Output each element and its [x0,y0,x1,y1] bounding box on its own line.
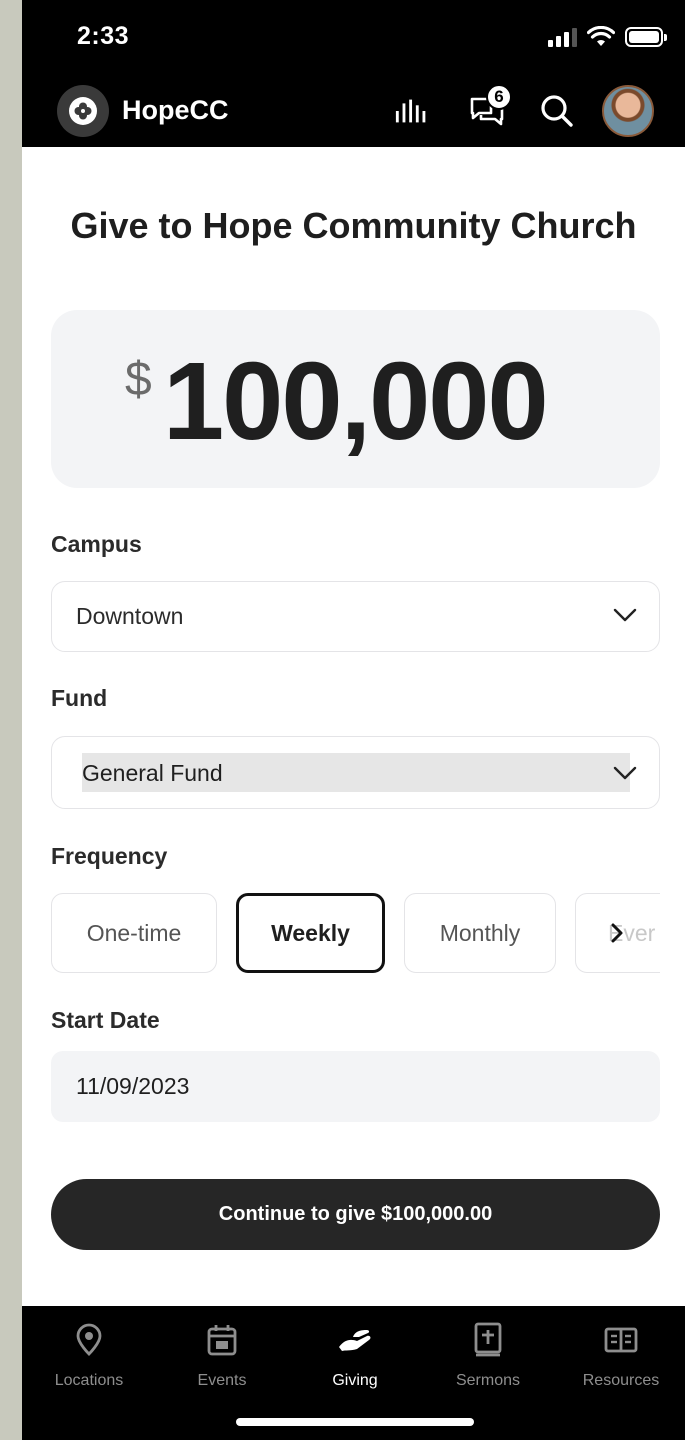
top-bar: 2:33 HopeCC 6 [22,0,685,147]
tab-resources[interactable]: Resources [566,1320,676,1390]
status-time: 2:33 [77,22,130,50]
campus-label: Campus [51,531,142,557]
tab-label: Resources [582,1372,660,1389]
battery-icon [625,27,667,47]
app-header: HopeCC 6 [22,82,685,140]
avatar[interactable] [602,85,654,137]
chevron-right-icon[interactable] [609,921,625,945]
book-open-icon [566,1320,676,1360]
app-name: HopeCC [122,95,229,125]
frequency-monthly[interactable]: Monthly [404,893,556,973]
start-date-input[interactable]: 11/09/2023 [51,1051,660,1122]
tab-label: Events [197,1372,247,1389]
frequency-weekly[interactable]: Weekly [236,893,385,973]
frequency-one-time[interactable]: One-time [51,893,217,973]
currency-symbol: $ [125,353,152,406]
continue-button[interactable]: Continue to give $100,000.00 [51,1179,660,1250]
search-icon[interactable] [538,94,576,128]
home-indicator[interactable] [236,1418,474,1426]
tab-giving[interactable]: Giving [300,1320,410,1390]
fund-label: Fund [51,685,108,711]
tab-label: Giving [332,1372,378,1389]
chevron-down-icon [613,608,637,622]
audio-bars-icon[interactable] [394,94,432,128]
map-pin-icon [34,1320,144,1360]
church-logo-icon[interactable] [57,85,109,137]
frequency-label: Frequency [51,843,168,869]
tab-label: Sermons [455,1372,521,1389]
calendar-icon [167,1320,277,1360]
page-title: Give to Hope Community Church [70,205,637,246]
fund-select[interactable]: General Fund [51,736,660,809]
tab-label: Locations [54,1372,124,1389]
tab-locations[interactable]: Locations [34,1320,144,1390]
tab-sermons[interactable]: Sermons [433,1320,543,1390]
campus-value: Downtown [76,603,184,629]
app-screen: 2:33 HopeCC 6 Give to Hope Community Chu… [22,0,685,1440]
giving-hand-icon [300,1320,410,1360]
chevron-down-icon [613,766,637,780]
bible-icon [433,1320,543,1360]
messages-icon[interactable]: 6 [468,84,512,128]
wifi-icon [587,26,615,46]
notification-badge: 6 [486,84,512,110]
campus-select[interactable]: Downtown [51,581,660,652]
tab-events[interactable]: Events [167,1320,277,1390]
amount-input[interactable]: $ 100,000 [51,310,660,488]
status-icons [548,26,667,48]
frequency-options: One-time Weekly Monthly Ever [51,893,660,973]
start-date-value: 11/09/2023 [76,1073,190,1099]
start-date-label: Start Date [51,1007,160,1033]
amount-value: 100,000 [163,340,549,463]
fund-value: General Fund [82,760,223,786]
cellular-signal-icon [548,27,577,47]
